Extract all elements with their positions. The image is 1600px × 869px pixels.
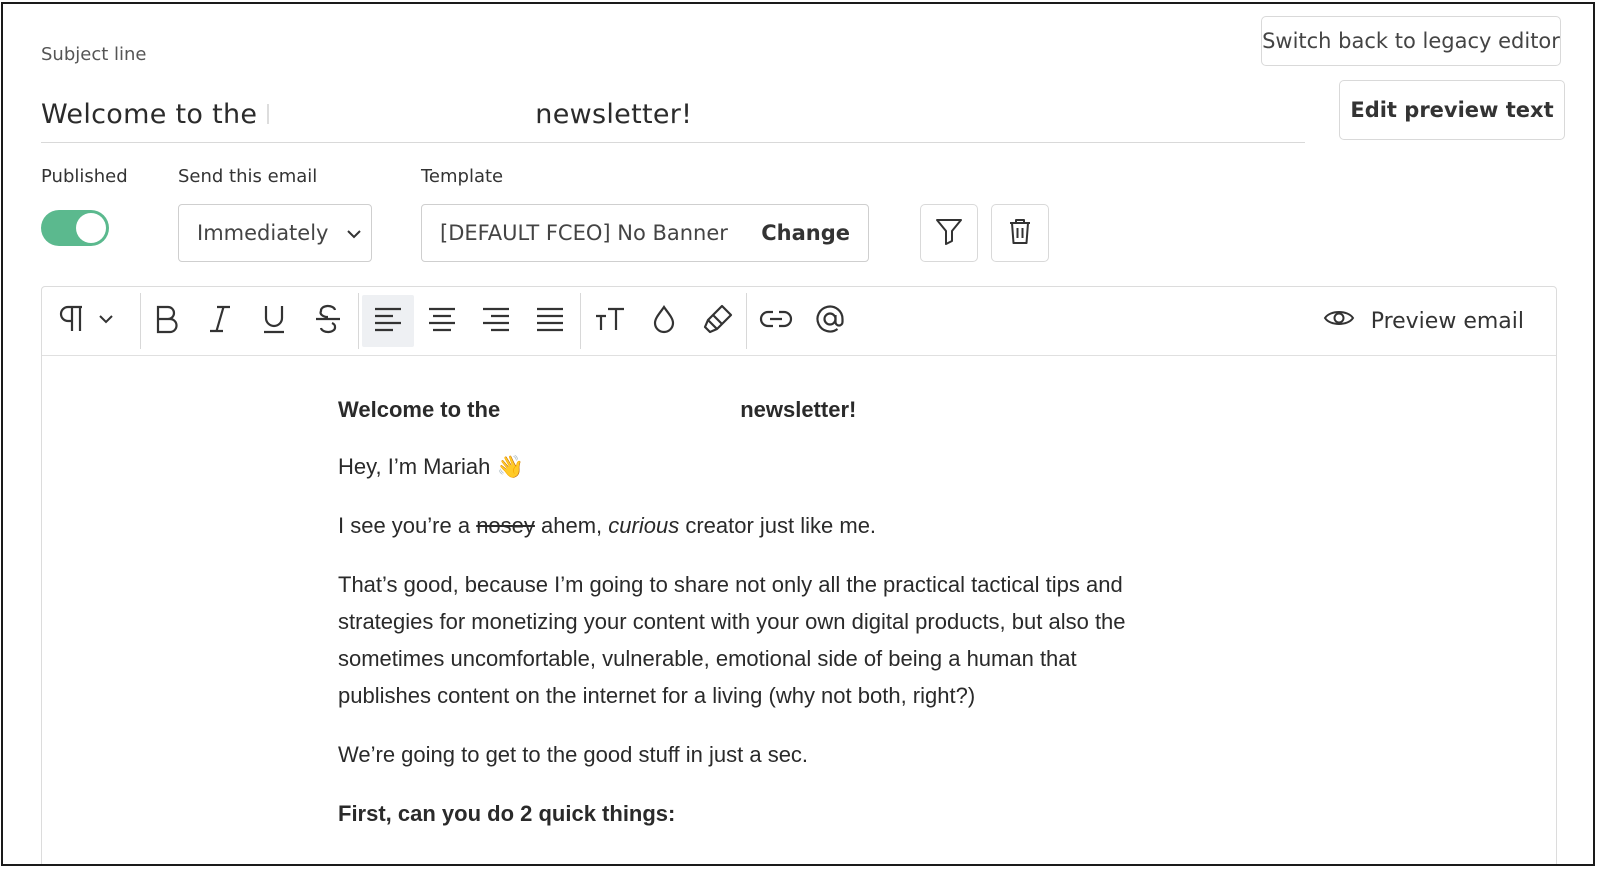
align-center-button[interactable] xyxy=(416,295,468,347)
send-timing-select[interactable]: Immediately xyxy=(178,204,372,262)
eye-icon xyxy=(1323,307,1371,335)
published-toggle[interactable] xyxy=(41,210,109,246)
font-size-icon xyxy=(594,304,626,338)
paragraph-line: strategies for monetizing your content w… xyxy=(338,609,1126,634)
edit-preview-text-button[interactable]: Edit preview text xyxy=(1339,80,1565,140)
underline-icon xyxy=(260,304,288,338)
align-right-button[interactable] xyxy=(470,295,522,347)
bold-icon xyxy=(152,304,180,338)
template-field: [DEFAULT FCEO] No Banner Change xyxy=(421,204,869,262)
intro-line: I see you’re a nosey ahem, curious creat… xyxy=(338,507,1238,544)
filter-button[interactable] xyxy=(920,204,978,262)
toolbar-divider xyxy=(358,293,359,349)
editor-toolbar: Preview email xyxy=(42,287,1556,356)
link-icon xyxy=(759,307,793,335)
italic-button[interactable] xyxy=(194,295,246,347)
preview-email-button[interactable]: Preview email xyxy=(1323,301,1524,341)
body-heading: Welcome to the newsletter! xyxy=(338,391,1238,428)
align-justify-button[interactable] xyxy=(524,295,576,347)
subject-text-after: newsletter! xyxy=(535,98,693,130)
filter-icon xyxy=(934,216,964,250)
paragraph-line: publishes content on the internet for a … xyxy=(338,683,976,708)
italic-text: curious xyxy=(608,513,680,538)
text-color-button[interactable] xyxy=(638,295,690,347)
align-left-icon xyxy=(373,305,403,337)
strikethrough-text: nosey xyxy=(476,513,535,538)
subject-line-label: Subject line xyxy=(41,44,147,65)
mention-button[interactable] xyxy=(804,295,856,347)
align-center-icon xyxy=(427,305,457,337)
underline-button[interactable] xyxy=(248,295,300,347)
highlight-icon xyxy=(702,303,734,339)
heading-text-before: Welcome to the xyxy=(338,397,501,422)
toggle-knob xyxy=(76,213,106,243)
intro-text-a: I see you’re a xyxy=(338,513,477,538)
delete-button[interactable] xyxy=(991,204,1049,262)
text-color-icon xyxy=(650,304,678,338)
trash-icon xyxy=(1005,216,1035,250)
paragraph-line: sometimes uncomfortable, vulnerable, emo… xyxy=(338,646,1077,671)
align-justify-icon xyxy=(535,305,565,337)
published-label: Published xyxy=(41,166,128,187)
transition-line: We’re going to get to the good stuff in … xyxy=(338,742,809,767)
strikethrough-icon xyxy=(313,304,343,338)
align-left-button[interactable] xyxy=(362,295,414,347)
body-subheading: First, can you do 2 quick things: xyxy=(338,801,676,826)
toolbar-divider xyxy=(580,293,581,349)
send-email-label: Send this email xyxy=(178,166,318,187)
intro-text-c: creator just like me. xyxy=(679,513,877,538)
template-label: Template xyxy=(421,166,504,187)
strikethrough-button[interactable] xyxy=(302,295,354,347)
switch-legacy-editor-button[interactable]: Switch back to legacy editor xyxy=(1261,16,1561,66)
paragraph-style-dropdown[interactable] xyxy=(50,295,130,347)
send-timing-value: Immediately xyxy=(197,221,329,245)
toolbar-divider xyxy=(746,293,747,349)
greeting-line: Hey, I’m Mariah 👋 xyxy=(338,454,524,479)
italic-icon xyxy=(206,304,234,338)
paragraph-icon xyxy=(58,303,122,339)
change-template-button[interactable]: Change xyxy=(761,221,850,245)
highlight-button[interactable] xyxy=(692,295,744,347)
rich-text-editor: Preview email Welcome to the newsletter! … xyxy=(41,286,1557,864)
body-paragraph: That’s good, because I’m going to share … xyxy=(338,566,1238,714)
heading-text-after: newsletter! xyxy=(740,397,857,422)
preview-email-label: Preview email xyxy=(1370,308,1524,334)
email-editor-frame: Subject line Welcome to the newsletter! … xyxy=(1,2,1595,866)
email-body-content[interactable]: Welcome to the newsletter! Hey, I’m Maria… xyxy=(338,391,1238,832)
template-value: [DEFAULT FCEO] No Banner xyxy=(440,221,728,245)
paragraph-line: That’s good, because I’m going to share … xyxy=(338,572,1123,597)
font-size-button[interactable] xyxy=(584,295,636,347)
link-button[interactable] xyxy=(750,295,802,347)
subject-line-input[interactable]: Welcome to the newsletter! xyxy=(41,86,1305,143)
intro-text-b: ahem, xyxy=(534,513,609,538)
align-right-icon xyxy=(481,305,511,337)
redacted-gap xyxy=(267,104,270,124)
chevron-down-icon xyxy=(346,221,362,245)
mention-icon xyxy=(814,303,846,339)
subject-text-before: Welcome to the xyxy=(41,98,258,130)
bold-button[interactable] xyxy=(140,295,192,347)
